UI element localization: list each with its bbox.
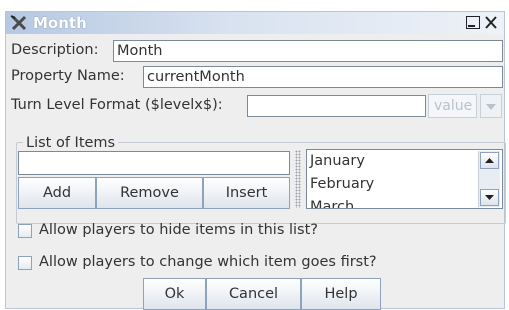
chevron-down-icon bbox=[486, 104, 496, 110]
help-button[interactable]: Help bbox=[301, 278, 381, 310]
allow-hide-label: Allow players to hide items in this list… bbox=[39, 222, 318, 238]
arrow-up-icon bbox=[485, 158, 494, 163]
turn-level-format-field[interactable] bbox=[247, 95, 426, 117]
cancel-button[interactable]: Cancel bbox=[206, 278, 301, 310]
items-scrollbar[interactable] bbox=[478, 151, 500, 207]
add-button[interactable]: Add bbox=[18, 177, 96, 209]
list-of-items-legend: List of Items bbox=[23, 135, 119, 151]
scroll-up-button[interactable] bbox=[480, 152, 499, 169]
insert-button[interactable]: Insert bbox=[203, 177, 290, 209]
allow-hide-checkbox[interactable] bbox=[18, 224, 32, 238]
list-item[interactable]: January bbox=[310, 153, 365, 169]
remove-button[interactable]: Remove bbox=[96, 177, 203, 209]
property-name-label: Property Name: bbox=[11, 68, 125, 84]
ok-button[interactable]: Ok bbox=[143, 278, 206, 310]
turn-level-format-label: Turn Level Format ($levelx$): bbox=[11, 97, 223, 113]
items-list[interactable]: January February March bbox=[306, 149, 503, 209]
description-field[interactable]: Month bbox=[113, 40, 503, 62]
minimize-icon[interactable] bbox=[466, 16, 480, 29]
scroll-down-button[interactable] bbox=[480, 189, 499, 206]
crossed-tools-icon bbox=[10, 15, 27, 31]
new-item-input[interactable] bbox=[18, 151, 290, 175]
arrow-down-icon bbox=[485, 195, 494, 200]
allow-change-first-checkbox[interactable] bbox=[18, 256, 32, 270]
list-item[interactable]: February bbox=[310, 176, 374, 192]
window-title: Month bbox=[33, 14, 87, 32]
title-bar[interactable]: Month bbox=[6, 12, 504, 34]
list-item[interactable]: March bbox=[310, 199, 354, 208]
close-icon[interactable] bbox=[484, 16, 498, 29]
dialog-window: Month Description: Month Property Name: … bbox=[5, 11, 506, 310]
description-label: Description: bbox=[11, 42, 99, 58]
turn-level-format-combo-button[interactable] bbox=[480, 94, 502, 118]
splitter-handle[interactable] bbox=[295, 150, 301, 208]
property-name-field[interactable]: currentMonth bbox=[143, 66, 503, 88]
allow-change-first-label: Allow players to change which item goes … bbox=[39, 254, 377, 270]
turn-level-format-combo[interactable]: value bbox=[428, 94, 477, 118]
